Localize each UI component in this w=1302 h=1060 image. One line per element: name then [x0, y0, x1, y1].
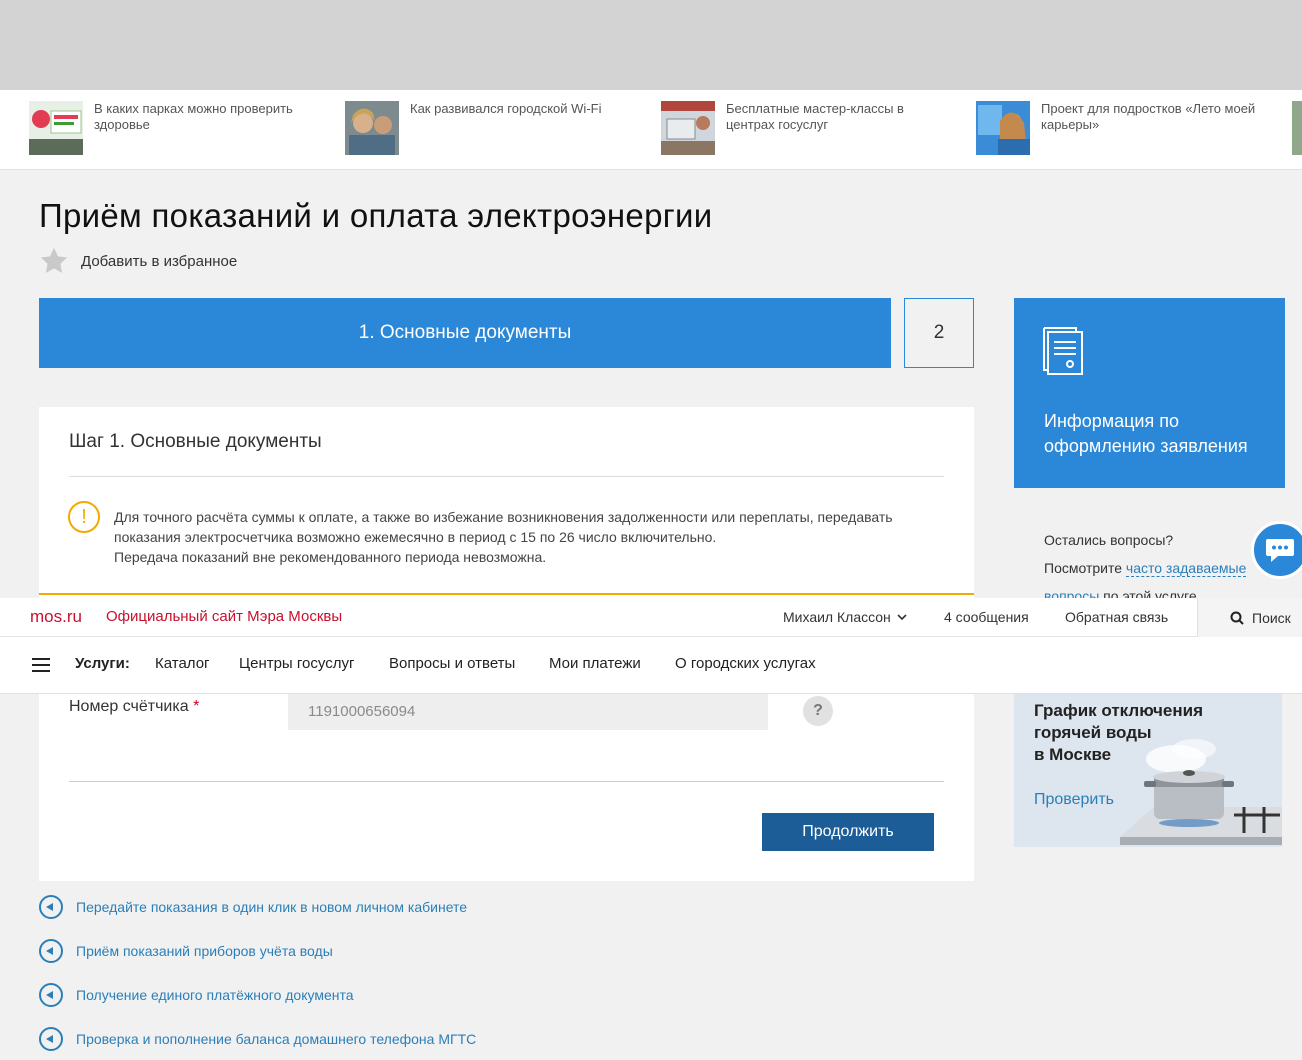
- step-1-tab: 1. Основные документы: [39, 298, 891, 368]
- services-nav: Услуги: Каталог Центры госуслуг Вопросы …: [0, 637, 1302, 694]
- notice-line: Для точного расчёта суммы к оплате, а та…: [114, 509, 893, 545]
- related-link[interactable]: Приём показаний приборов учёта воды: [39, 939, 333, 963]
- nav-service-centers[interactable]: Центры госуслуг: [239, 655, 354, 672]
- feedback-link[interactable]: Обратная связь: [1065, 609, 1168, 625]
- hot-water-schedule-card[interactable]: График отключения горячей воды в Москве …: [1014, 677, 1282, 847]
- header-top-row: mos.ru Официальный сайт Мэра Москвы Миха…: [0, 598, 1302, 637]
- news-strip: В каких парках можно проверить здоровье …: [0, 90, 1302, 170]
- add-to-favorites[interactable]: Добавить в избранное: [39, 246, 237, 276]
- page-title: Приём показаний и оплата электроэнергии: [39, 197, 713, 234]
- meter-number-field[interactable]: [288, 692, 768, 730]
- related-link[interactable]: Передайте показания в один клик в новом …: [39, 895, 467, 919]
- meter-number-label: Номер счётчика *: [69, 698, 200, 715]
- nav-label: Услуги:: [75, 655, 130, 672]
- top-ad-banner: [0, 0, 1302, 90]
- news-title: Бесплатные мастер-классы в центрах госус…: [726, 101, 904, 132]
- nav-my-payments[interactable]: Мои платежи: [549, 655, 641, 672]
- circle-arrow-left-icon: [39, 1027, 63, 1051]
- faq-question: Остались вопросы?: [1044, 532, 1174, 548]
- news-title: В каких парках можно проверить здоровье: [94, 101, 293, 132]
- search-label: Поиск: [1252, 609, 1291, 626]
- related-link[interactable]: Получение единого платёжного документа: [39, 983, 354, 1007]
- news-item[interactable]: В каких парках можно проверить здоровье: [29, 101, 314, 155]
- site-name: Официальный сайт Мэра Москвы: [106, 608, 343, 625]
- circle-arrow-left-icon: [39, 895, 63, 919]
- required-mark: *: [193, 698, 200, 715]
- notice-underline: [39, 593, 974, 595]
- notice-line: Передача показаний вне рекомендованного …: [114, 549, 547, 565]
- nav-about-services[interactable]: О городских услугах: [675, 655, 816, 672]
- step-2-tab[interactable]: 2: [904, 298, 974, 368]
- news-thumbnail: [29, 101, 83, 155]
- add-to-favorites-label: Добавить в избранное: [81, 252, 238, 270]
- messages-link[interactable]: 4 сообщения: [944, 609, 1029, 625]
- warning-icon: !: [68, 501, 100, 533]
- news-thumbnail: [976, 101, 1030, 155]
- user-menu[interactable]: Михаил Классон: [783, 609, 909, 625]
- application-info-block[interactable]: Информация по оформлению заявления: [1014, 298, 1285, 488]
- continue-button[interactable]: Продолжить: [762, 813, 934, 851]
- pot-on-stove-image: [1120, 739, 1282, 845]
- circle-arrow-left-icon: [39, 939, 63, 963]
- search-icon: [1230, 611, 1244, 625]
- check-link[interactable]: Проверить: [1034, 791, 1114, 809]
- news-next-thumbnail: [1292, 101, 1302, 155]
- search-button[interactable]: Поиск: [1197, 598, 1302, 637]
- user-name: Михаил Классон: [783, 609, 891, 625]
- divider: [69, 476, 944, 477]
- menu-icon[interactable]: [32, 658, 50, 672]
- help-icon[interactable]: ?: [803, 696, 833, 726]
- info-title: Информация по оформлению заявления: [1044, 411, 1248, 456]
- news-item[interactable]: Бесплатные мастер-классы в центрах госус…: [661, 101, 946, 155]
- news-title: Как развивался городской Wi-Fi: [410, 101, 602, 116]
- news-thumbnail: [345, 101, 399, 155]
- document-icon: [1043, 327, 1083, 375]
- site-header: mos.ru Официальный сайт Мэра Москвы Миха…: [0, 598, 1302, 694]
- chat-icon: [1266, 539, 1294, 562]
- divider: [69, 781, 944, 782]
- step-heading: Шаг 1. Основные документы: [69, 431, 322, 452]
- news-thumbnail: [661, 101, 715, 155]
- news-item[interactable]: Как развивался городской Wi-Fi: [345, 101, 630, 155]
- circle-arrow-left-icon: [39, 983, 63, 1007]
- notice-text: Для точного расчёта суммы к оплате, а та…: [114, 507, 934, 567]
- nav-catalog[interactable]: Каталог: [155, 655, 210, 672]
- news-title: Проект для подростков «Лето моей карьеры…: [1041, 101, 1256, 132]
- chevron-down-icon: [897, 614, 907, 621]
- star-icon: [40, 247, 68, 273]
- mos-ru-logo[interactable]: mos.ru: [30, 607, 82, 627]
- news-item[interactable]: Проект для подростков «Лето моей карьеры…: [976, 101, 1261, 155]
- related-link[interactable]: Проверка и пополнение баланса домашнего …: [39, 1027, 476, 1051]
- chat-button[interactable]: [1251, 521, 1302, 579]
- nav-faq[interactable]: Вопросы и ответы: [389, 655, 515, 672]
